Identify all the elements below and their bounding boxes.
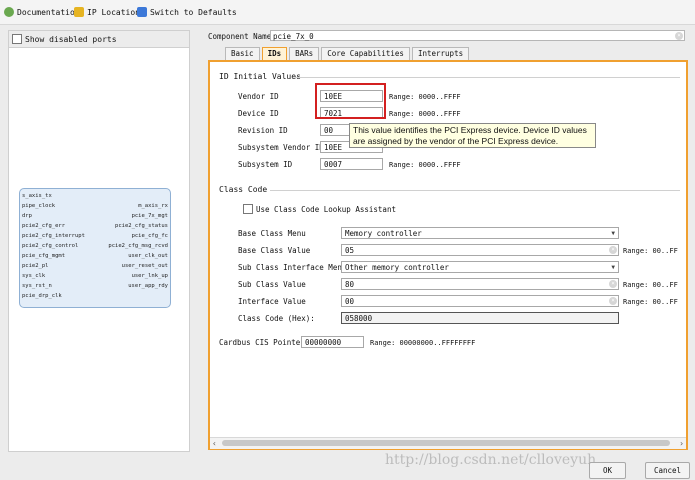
lookup-assistant-checkbox[interactable] [243,204,253,214]
folder-icon [74,7,84,17]
port-right-1: pcie_7x_mgt [131,213,168,219]
cardbus-cis-pointer-range: Range: 00000000..FFFFFFFF [370,339,476,347]
port-right-0: m_axis_rx [138,203,168,209]
sub-class-value-label: Sub Class Value [238,280,306,289]
tooltip-line-2: are assigned by the vendor of the PCI Ex… [353,136,559,146]
cardbus-cis-pointer-label: Cardbus CIS Pointer [219,338,305,347]
base-class-menu-label: Base Class Menu [238,229,306,238]
section-divider [295,77,680,78]
toolbar: Documentation IP Location Switch to Defa… [0,0,695,25]
port-left-5: pcie2_cfg_control [22,243,79,249]
component-name-input[interactable]: pcie_7x_0 [270,30,685,41]
ids-tab-panel: ID Initial Values Vendor ID 10EE Range: … [208,60,688,450]
clear-icon[interactable]: × [675,32,683,40]
tab-bar: Basic IDs BARs Core Capabilities Interru… [225,47,471,60]
tab-interrupts[interactable]: Interrupts [411,47,470,60]
base-class-value-label: Base Class Value [238,246,311,255]
base-class-menu-select[interactable]: Memory controller ▼ [341,227,619,239]
sub-class-value-range: Range: 00..FF [623,281,678,289]
port-left-4: pcie2_cfg_interrupt [22,233,85,239]
documentation-label: Documentation [17,7,80,17]
class-code-title: Class Code [219,185,268,194]
component-name-row: Component Name pcie_7x_0 × [208,30,688,42]
tab-basic[interactable]: Basic [225,47,260,60]
port-left-6: pcie_cfg_mgmt [22,253,66,259]
interface-value-input[interactable]: 00 [341,295,619,307]
port-right-8: user_app_rdy [128,283,168,289]
sub-class-menu-value: Other memory controller [345,263,449,272]
port-ext-2: pcie_drp_clk [22,293,62,299]
class-code-hex-readout: 058000 [341,312,619,324]
scroll-right-icon[interactable]: › [679,438,684,449]
device-id-range: Range: 0000..FFFF [389,110,461,118]
port-left-7: pcie2_pl [22,263,49,269]
subsystem-id-input[interactable]: 0007 [320,158,383,170]
tab-bars[interactable]: BARs [289,47,320,60]
port-left-2: drp [22,213,32,219]
port-right-2: pcie2_cfg_status [115,223,168,229]
show-disabled-ports-label: Show disabled ports [25,34,117,44]
scroll-left-icon[interactable]: ‹ [212,438,217,449]
ip-location-button[interactable]: IP Location [74,6,140,18]
base-class-value-input[interactable]: 05 [341,244,619,256]
chevron-down-icon: ▼ [611,264,615,271]
subsystem-id-label: Subsystem ID [238,160,293,169]
ids-scroll-area: ID Initial Values Vendor ID 10EE Range: … [210,62,686,435]
ip-location-label: IP Location [87,7,140,17]
interface-value-label: Interface Value [238,297,306,306]
port-right-3: pcie_cfg_fc [131,233,168,239]
left-pane-header: Show disabled ports [9,31,189,48]
clear-icon[interactable]: × [609,280,617,288]
cardbus-cis-pointer-input[interactable]: 00000000 [301,336,364,348]
ip-block-symbol[interactable]: s_axis_tx pipe_clock drp pcie2_cfg_err p… [19,188,171,308]
clear-icon[interactable]: × [609,246,617,254]
switch-defaults-icon [137,7,147,17]
component-name-label: Component Name [208,32,272,41]
port-right-4: pcie2_cfg_msg_rcvd [108,243,168,249]
port-right-6: user_reset_out [121,263,168,269]
port-right-5: user_clk_out [128,253,168,259]
port-left-3: pcie2_cfg_err [22,223,66,229]
port-left-0: s_axis_tx [22,193,52,199]
subsystem-id-range: Range: 0000..FFFF [389,161,461,169]
clear-icon[interactable]: × [609,297,617,305]
sub-class-menu-select[interactable]: Other memory controller ▼ [341,261,619,273]
ok-button[interactable]: OK [589,462,626,479]
lookup-assistant-label: Use Class Code Lookup Assistant [256,204,396,214]
port-right-7: user_lnk_up [131,273,168,279]
device-id-tooltip: This value identifies the PCI Express de… [349,123,596,148]
base-class-menu-value: Memory controller [345,229,422,238]
vendor-id-range: Range: 0000..FFFF [389,93,461,101]
subsystem-vendor-id-label: Subsystem Vendor ID [238,143,324,152]
port-left-1: pipe_clock [22,203,56,209]
horizontal-scrollbar[interactable]: ‹ › [210,437,686,449]
show-disabled-ports-checkbox[interactable] [12,34,22,44]
section-divider [270,190,680,191]
tab-ids[interactable]: IDs [261,47,288,60]
switch-defaults-label: Switch to Defaults [150,7,237,17]
id-initial-values-title: ID Initial Values [219,72,301,81]
base-class-value-range: Range: 00..FF [623,247,678,255]
documentation-icon [4,7,14,17]
tab-core-capabilities[interactable]: Core Capabilities [321,47,410,60]
interface-value-range: Range: 00..FF [623,298,678,306]
sub-class-value-input[interactable]: 80 [341,278,619,290]
port-ext-0: sys_clk [22,273,46,279]
tooltip-line-1: This value identifies the PCI Express de… [353,125,587,135]
lookup-assistant-toggle[interactable]: Use Class Code Lookup Assistant [243,204,396,214]
scrollbar-thumb[interactable] [222,440,670,446]
device-id-label: Device ID [238,109,279,118]
show-disabled-ports-toggle[interactable]: Show disabled ports [12,34,117,44]
revision-id-label: Revision ID [238,126,288,135]
vendor-id-label: Vendor ID [238,92,279,101]
cancel-button[interactable]: Cancel [645,462,690,479]
documentation-menu[interactable]: Documentation [4,6,80,18]
device-id-highlight [315,83,386,119]
switch-defaults-button[interactable]: Switch to Defaults [137,6,237,18]
port-ext-1: sys_rst_n [22,283,52,289]
sub-class-menu-label: Sub Class Interface Menu [238,263,347,272]
watermark: http://blog.csdn.net/clloveyuh [385,452,597,468]
chevron-down-icon: ▼ [611,230,615,237]
class-code-hex-label: Class Code (Hex): [238,314,315,323]
